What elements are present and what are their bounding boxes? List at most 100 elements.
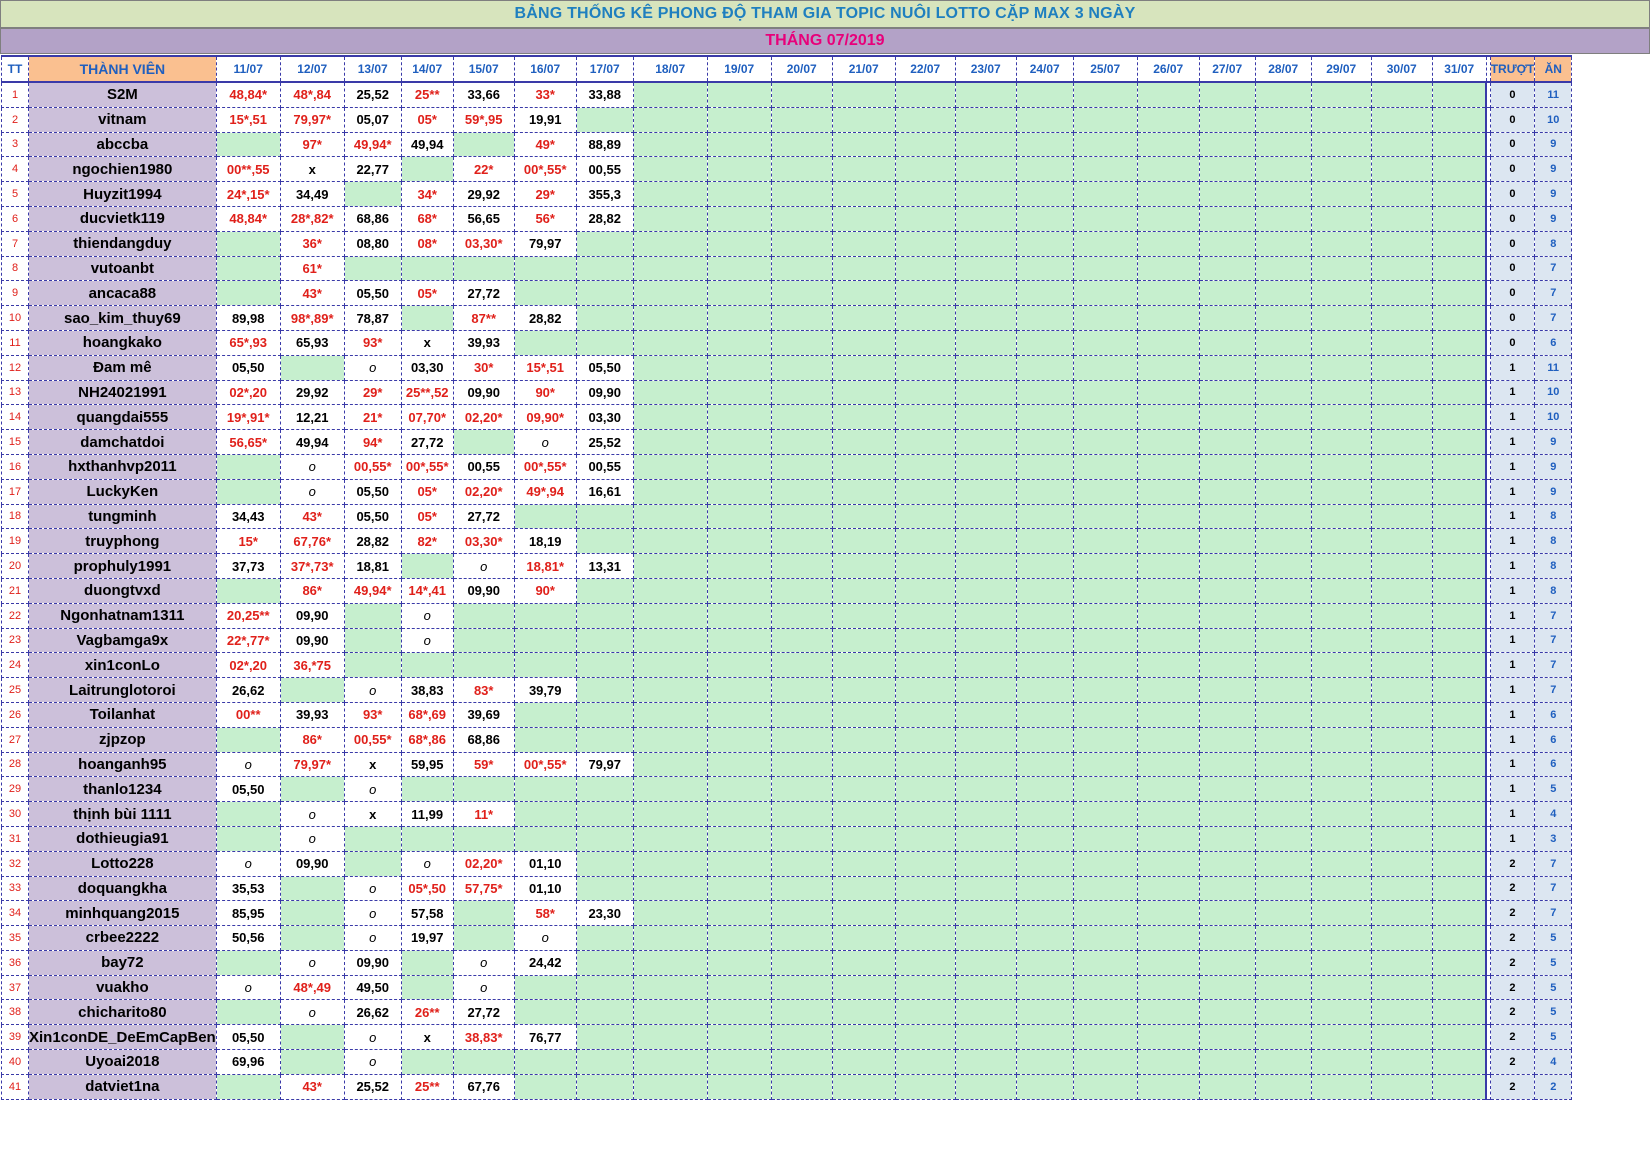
day-cell[interactable] (706, 999, 772, 1026)
day-cell[interactable] (632, 478, 708, 505)
member-name-cell[interactable]: Vagbamga9x (28, 627, 217, 654)
day-cell[interactable] (1254, 925, 1312, 951)
day-cell[interactable] (1431, 999, 1487, 1026)
day-cell[interactable] (831, 429, 896, 455)
day-cell[interactable] (343, 652, 402, 679)
win-count-cell[interactable]: 8 (1534, 553, 1573, 579)
member-name-cell[interactable]: damchatdoi (28, 429, 217, 455)
day-cell[interactable] (1136, 429, 1200, 455)
day-cell[interactable] (831, 280, 896, 307)
day-cell[interactable] (575, 627, 634, 654)
day-cell[interactable] (1254, 999, 1312, 1026)
day-cell[interactable]: o (279, 801, 345, 827)
header-day[interactable]: 28/07 (1254, 55, 1312, 83)
day-cell[interactable]: 09,90 (452, 379, 515, 406)
day-cell[interactable] (1254, 255, 1312, 282)
day-cell[interactable] (215, 280, 281, 307)
day-cell[interactable] (632, 850, 708, 877)
day-cell[interactable]: x (343, 801, 402, 827)
miss-count-cell[interactable]: 1 (1489, 701, 1536, 728)
day-cell[interactable] (1072, 677, 1138, 703)
row-number-cell[interactable]: 29 (1, 776, 29, 803)
day-cell[interactable] (894, 801, 956, 827)
day-cell[interactable] (954, 429, 1017, 455)
day-cell[interactable] (894, 776, 956, 803)
day-cell[interactable] (1370, 81, 1433, 108)
day-cell[interactable] (452, 602, 515, 629)
day-cell[interactable] (575, 230, 634, 257)
day-cell[interactable] (1254, 677, 1312, 703)
day-cell[interactable] (1136, 577, 1200, 604)
day-cell[interactable]: 00,55 (452, 453, 515, 480)
day-cell[interactable] (1370, 974, 1433, 1001)
day-cell[interactable] (1431, 949, 1487, 976)
day-cell[interactable] (1136, 875, 1200, 902)
day-cell[interactable]: o (343, 925, 402, 951)
day-cell[interactable]: o (452, 553, 515, 579)
day-cell[interactable]: 48,84* (215, 205, 281, 232)
day-cell[interactable] (1310, 875, 1372, 902)
day-cell[interactable]: 05,50 (343, 503, 402, 530)
day-cell[interactable] (1431, 131, 1487, 158)
day-cell[interactable] (1310, 1049, 1372, 1075)
day-cell[interactable] (1431, 503, 1487, 530)
day-cell[interactable]: 02,20* (452, 404, 515, 431)
header-day[interactable]: 22/07 (894, 55, 956, 83)
day-cell[interactable] (954, 577, 1017, 604)
day-cell[interactable] (215, 1073, 281, 1100)
day-cell[interactable] (1370, 528, 1433, 555)
day-cell[interactable] (1254, 305, 1312, 331)
day-cell[interactable] (1015, 825, 1074, 852)
day-cell[interactable]: 00,55 (575, 453, 634, 480)
day-cell[interactable]: 07,70* (400, 404, 454, 431)
day-cell[interactable] (1072, 1049, 1138, 1075)
day-cell[interactable] (770, 528, 833, 555)
day-cell[interactable] (706, 553, 772, 579)
day-cell[interactable] (1370, 230, 1433, 257)
day-cell[interactable] (894, 577, 956, 604)
miss-count-cell[interactable]: 2 (1489, 1073, 1536, 1100)
day-cell[interactable] (1254, 81, 1312, 108)
day-cell[interactable] (1198, 255, 1256, 282)
day-cell[interactable] (452, 652, 515, 679)
day-cell[interactable] (954, 81, 1017, 108)
day-cell[interactable]: 09,90 (343, 949, 402, 976)
row-number-cell[interactable]: 19 (1, 528, 29, 555)
day-cell[interactable]: 28,82 (513, 305, 577, 331)
row-number-cell[interactable]: 20 (1, 553, 29, 579)
day-cell[interactable] (1198, 949, 1256, 976)
day-cell[interactable] (1310, 677, 1372, 703)
day-cell[interactable] (1072, 354, 1138, 381)
row-number-cell[interactable]: 21 (1, 577, 29, 604)
day-cell[interactable] (632, 280, 708, 307)
miss-count-cell[interactable]: 1 (1489, 726, 1536, 753)
day-cell[interactable]: 65*,93 (215, 329, 281, 356)
day-cell[interactable] (400, 825, 454, 852)
day-cell[interactable]: 33* (513, 81, 577, 108)
day-cell[interactable] (954, 900, 1017, 927)
day-cell[interactable] (770, 652, 833, 679)
day-cell[interactable] (706, 825, 772, 852)
day-cell[interactable] (1198, 900, 1256, 927)
day-cell[interactable] (1254, 751, 1312, 778)
day-cell[interactable] (215, 801, 281, 827)
day-cell[interactable]: 59* (452, 751, 515, 778)
day-cell[interactable] (1136, 131, 1200, 158)
day-cell[interactable] (1015, 627, 1074, 654)
day-cell[interactable] (770, 230, 833, 257)
header-day[interactable]: 14/07 (400, 55, 454, 83)
member-name-cell[interactable]: abccba (28, 131, 217, 158)
day-cell[interactable] (770, 577, 833, 604)
day-cell[interactable] (1015, 429, 1074, 455)
day-cell[interactable]: 43* (279, 280, 345, 307)
day-cell[interactable] (1254, 429, 1312, 455)
row-number-cell[interactable]: 24 (1, 652, 29, 679)
day-cell[interactable]: 26,62 (343, 999, 402, 1026)
day-cell[interactable]: x (279, 156, 345, 183)
miss-count-cell[interactable]: 1 (1489, 801, 1536, 827)
day-cell[interactable]: 28*,82* (279, 205, 345, 232)
header-day[interactable]: 15/07 (452, 55, 515, 83)
day-cell[interactable]: 25** (400, 81, 454, 108)
day-cell[interactable] (1370, 1073, 1433, 1100)
day-cell[interactable] (1072, 553, 1138, 579)
